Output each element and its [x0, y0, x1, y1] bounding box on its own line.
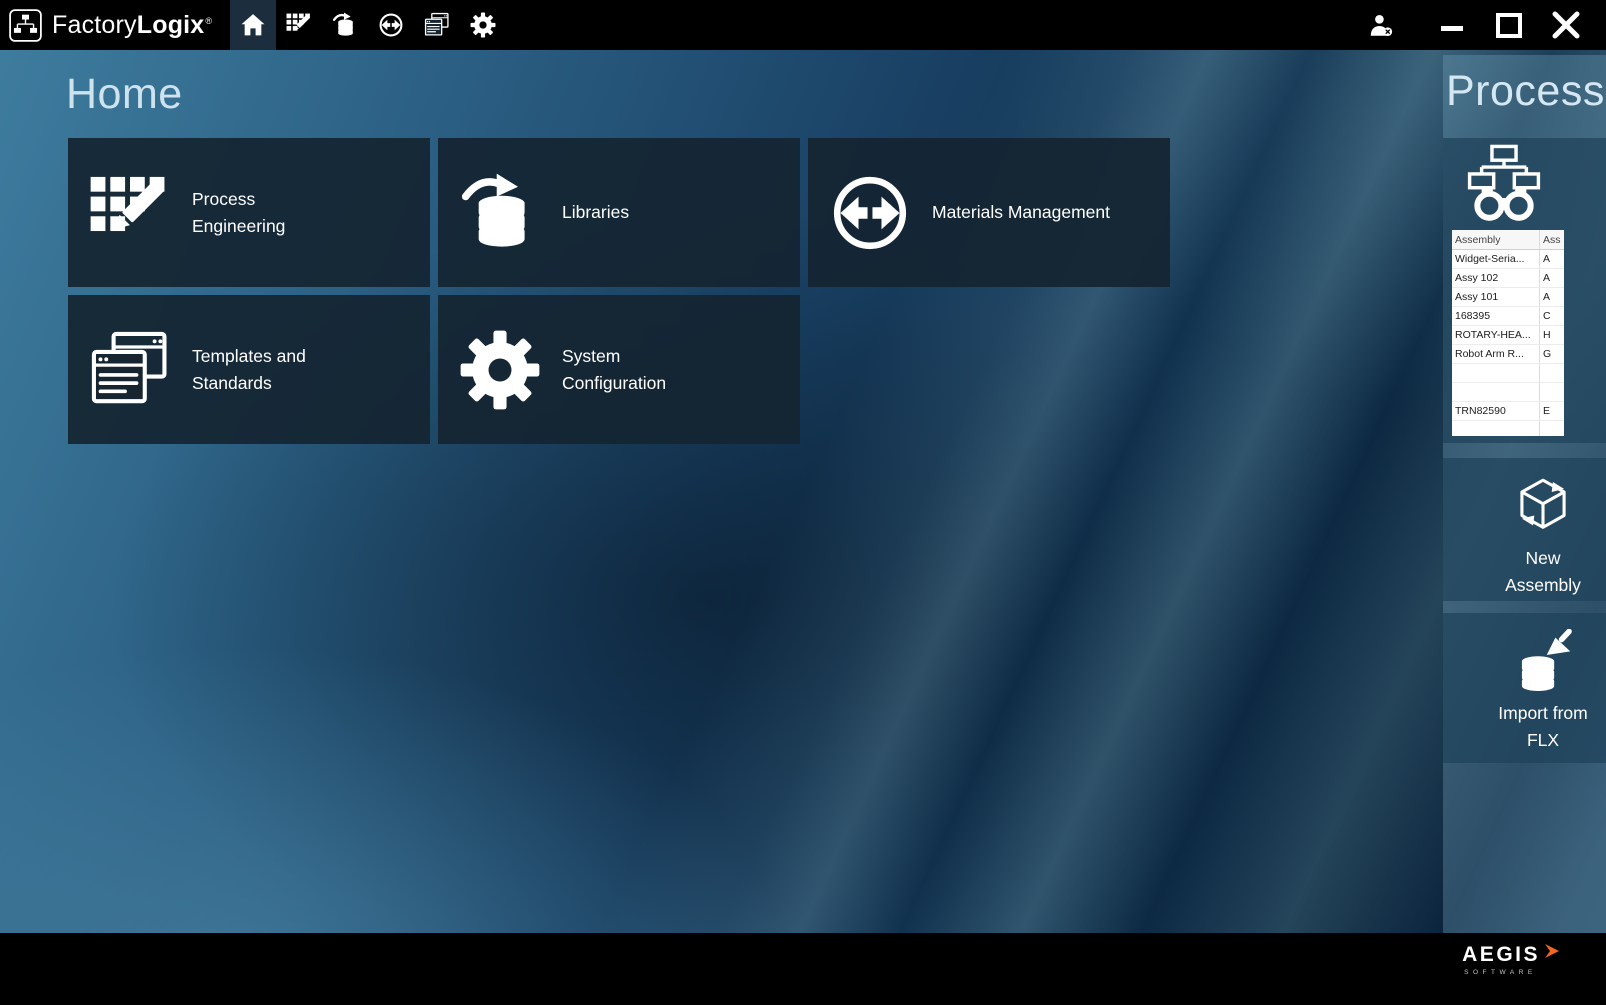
grid-pencil-icon: [84, 172, 176, 254]
app-brand: FactoryLogix®: [8, 8, 212, 43]
brand-logix: Logix: [137, 11, 205, 40]
tile-label: Process Engineering: [192, 186, 342, 239]
assembly-name-cell: Robot Arm R...: [1452, 345, 1539, 363]
aegis-brand-text: AEGIS: [1462, 944, 1540, 965]
processes-panel: Processes Assembly Ass Widget-Seria...AA…: [1443, 55, 1606, 933]
new-assembly-button[interactable]: New Assembly: [1443, 458, 1606, 601]
user-status-button[interactable]: [1367, 12, 1394, 39]
nav-libraries[interactable]: [322, 0, 368, 50]
assembly-rev-cell: A: [1539, 269, 1564, 287]
maximize-button[interactable]: [1494, 10, 1524, 40]
tile-system-configuration[interactable]: System Configuration: [438, 295, 800, 444]
table-row[interactable]: Assy 101A: [1452, 288, 1564, 307]
minimize-icon: [1438, 10, 1468, 40]
aegis-logo: AEGIS SOFTWARE: [1462, 944, 1560, 976]
circle-swap-arrows-icon: [824, 172, 916, 254]
minimize-button[interactable]: [1438, 10, 1468, 40]
assembly-name-cell: Assy 102: [1452, 269, 1539, 287]
assembly-name-cell: [1452, 364, 1539, 382]
brand-factory: Factory: [52, 11, 137, 40]
close-button[interactable]: [1550, 9, 1582, 41]
desktop-background: Home Process Engineering Libraries Mater…: [0, 50, 1606, 933]
tile-label: System Configuration: [562, 343, 712, 396]
processes-panel-title: Processes: [1446, 67, 1606, 116]
assembly-name-cell: 168395: [1452, 307, 1539, 325]
column-assembly: Assembly: [1452, 230, 1539, 249]
window-controls: [1367, 9, 1606, 41]
nav-home[interactable]: [230, 0, 276, 50]
nav-templates[interactable]: [414, 0, 460, 50]
tile-process-engineering[interactable]: Process Engineering: [68, 138, 430, 287]
app-title: FactoryLogix®: [52, 11, 212, 40]
settings-gear-icon: [470, 12, 496, 38]
assembly-rev-cell: H: [1539, 326, 1564, 344]
registered-mark: ®: [205, 16, 212, 26]
materials-management-icon: [378, 12, 404, 38]
nav-materials-management[interactable]: [368, 0, 414, 50]
assembly-rev-cell: E: [1539, 402, 1564, 420]
nav-settings[interactable]: [460, 0, 506, 50]
assembly-rev-cell: [1539, 364, 1564, 382]
factorylogix-logo-icon: [8, 8, 43, 43]
column-assembly-2: Ass: [1539, 230, 1564, 249]
assembly-rev-cell: [1539, 421, 1564, 436]
table-row[interactable]: [1452, 383, 1564, 402]
process-search-icon: [1461, 143, 1547, 229]
assembly-name-cell: TRN82590: [1452, 402, 1539, 420]
gear-icon: [454, 329, 546, 411]
tile-materials-management[interactable]: Materials Management: [808, 138, 1170, 287]
tile-label: Templates and Standards: [192, 343, 342, 396]
table-row[interactable]: 168395C: [1452, 307, 1564, 326]
import-database-icon: [1512, 629, 1574, 691]
table-row[interactable]: Robot Arm R...G: [1452, 345, 1564, 364]
cube-icon: [1512, 474, 1574, 536]
assembly-name-cell: Widget-Seria...: [1452, 250, 1539, 268]
table-row[interactable]: [1452, 421, 1564, 436]
status-bar: AEGIS SOFTWARE: [0, 933, 1606, 1005]
import-from-flx-label: Import from FLX: [1488, 700, 1598, 754]
assembly-name-cell: [1452, 383, 1539, 401]
assembly-name-cell: [1452, 421, 1539, 436]
tile-libraries[interactable]: Libraries: [438, 138, 800, 287]
assembly-rev-cell: A: [1539, 288, 1564, 306]
page-title: Home: [66, 70, 183, 119]
tile-templates-standards[interactable]: Templates and Standards: [68, 295, 430, 444]
table-row[interactable]: TRN82590E: [1452, 402, 1564, 421]
factorylogix-window: FactoryLogix®: [0, 0, 1606, 1005]
table-row[interactable]: Widget-Seria...A: [1452, 250, 1564, 269]
libraries-icon: [332, 12, 358, 38]
assembly-name-cell: Assy 101: [1452, 288, 1539, 306]
tile-label: Libraries: [562, 199, 629, 225]
assembly-rev-cell: A: [1539, 250, 1564, 268]
title-bar: FactoryLogix®: [0, 0, 1606, 50]
aegis-software-text: SOFTWARE: [1462, 969, 1537, 976]
nav-process-engineering[interactable]: [276, 0, 322, 50]
assembly-rev-cell: C: [1539, 307, 1564, 325]
assembly-name-cell: ROTARY-HEA...: [1452, 326, 1539, 344]
templates-icon: [424, 12, 450, 38]
table-row[interactable]: ROTARY-HEA...H: [1452, 326, 1564, 345]
close-icon: [1550, 9, 1582, 41]
assembly-rev-cell: G: [1539, 345, 1564, 363]
assembly-rev-cell: [1539, 383, 1564, 401]
maximize-icon: [1494, 10, 1524, 40]
stacked-pages-icon: [84, 329, 176, 411]
home-icon: [240, 12, 266, 38]
process-engineering-icon: [286, 12, 312, 38]
process-table-body: Widget-Seria...AAssy 102AAssy 101A168395…: [1452, 250, 1564, 436]
main-nav: [230, 0, 506, 50]
new-assembly-label: New Assembly: [1488, 545, 1598, 599]
table-row[interactable]: Assy 102A: [1452, 269, 1564, 288]
tile-label: Materials Management: [932, 199, 1110, 225]
database-arrow-icon: [454, 172, 546, 254]
aegis-mark-icon: [1544, 943, 1560, 959]
user-status-icon: [1367, 12, 1394, 39]
import-from-flx-button[interactable]: Import from FLX: [1443, 613, 1606, 763]
assembly-table[interactable]: Assembly Ass Widget-Seria...AAssy 102AAs…: [1452, 230, 1564, 436]
table-row[interactable]: [1452, 364, 1564, 383]
process-list-block: Assembly Ass Widget-Seria...AAssy 102AAs…: [1443, 138, 1606, 443]
assembly-table-header: Assembly Ass: [1452, 230, 1564, 250]
